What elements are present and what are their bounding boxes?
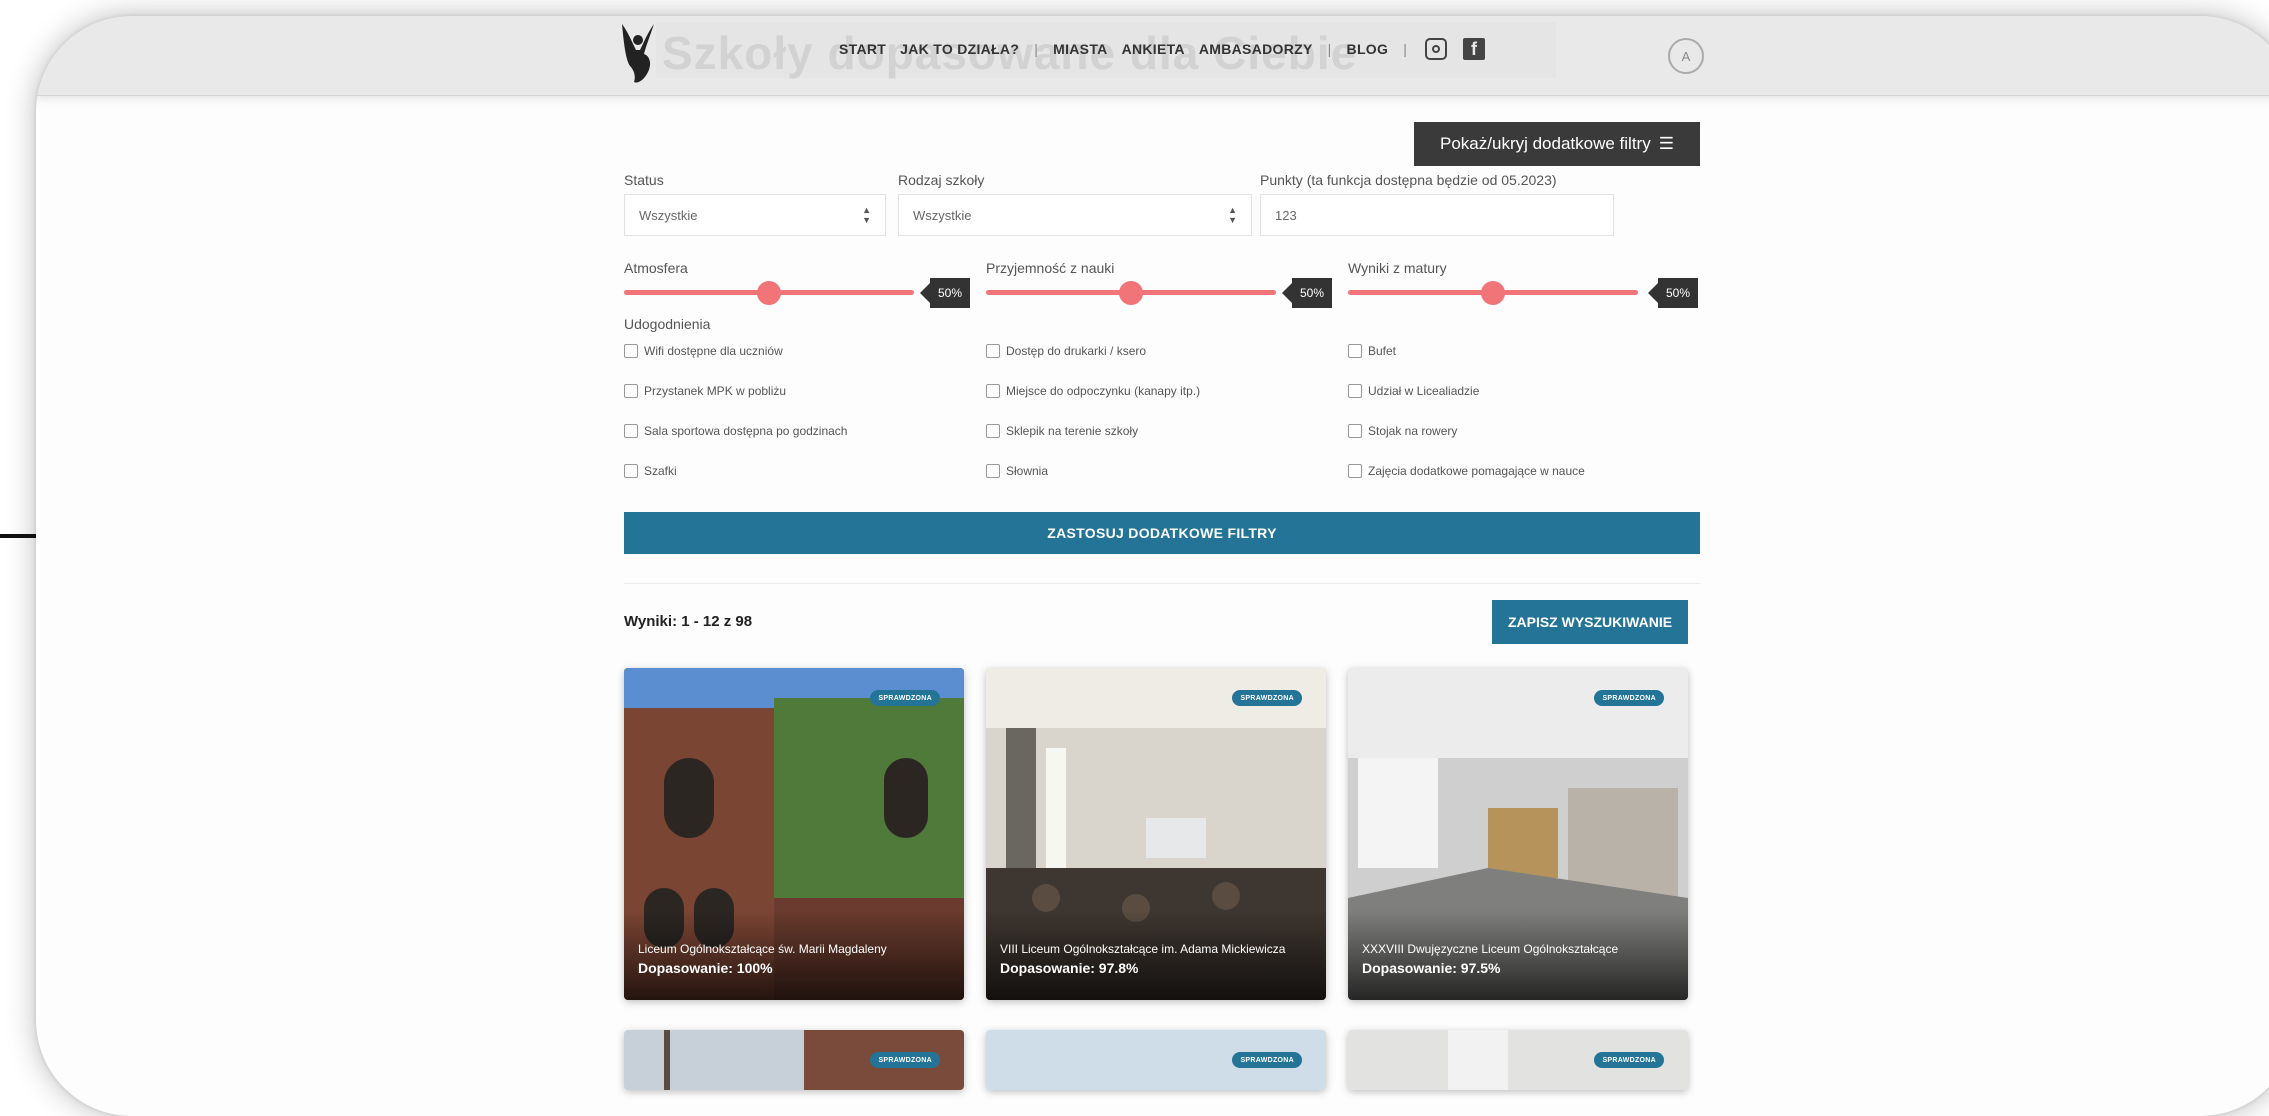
- nav-separator: |: [1034, 41, 1039, 57]
- amenities-label: Udogodnienia: [624, 316, 711, 332]
- nav-cities[interactable]: MIASTA: [1053, 41, 1107, 57]
- points-value: 123: [1275, 207, 1297, 223]
- school-name: VIII Liceum Ogólnokształcące im. Adama M…: [1000, 942, 1286, 956]
- select-arrows-icon: ▲ ▼: [862, 205, 871, 225]
- amenity-label: Szafki: [644, 464, 677, 478]
- school-card[interactable]: SPRAWDZONA XXXVIII Dwujęzyczne Liceum Og…: [1348, 668, 1688, 1000]
- amenity-label: Bufet: [1368, 344, 1397, 358]
- save-search-button[interactable]: ZAPISZ WYSZUKIWANIE: [1492, 600, 1688, 644]
- amenity-checkbox[interactable]: Dostęp do drukarki / ksero: [986, 344, 1146, 358]
- slider-thumb[interactable]: [1481, 281, 1505, 305]
- amenity-label: Sklepik na terenie szkoły: [1006, 424, 1139, 438]
- school-card[interactable]: SPRAWDZONA: [624, 1030, 964, 1090]
- amenity-checkbox[interactable]: Zajęcia dodatkowe pomagające w nauce: [1348, 464, 1585, 478]
- slider-learning[interactable]: 50%: [986, 272, 1336, 312]
- amenity-label: Udział w Licealiadzie: [1368, 384, 1480, 398]
- checkbox-box[interactable]: [624, 344, 638, 358]
- school-card[interactable]: SPRAWDZONA: [986, 1030, 1326, 1090]
- amenity-checkbox[interactable]: Wifi dostępne dla uczniów: [624, 344, 783, 358]
- amenity-checkbox[interactable]: Sala sportowa dostępna po godzinach: [624, 424, 847, 438]
- checkbox-box[interactable]: [986, 344, 1000, 358]
- checkbox-box[interactable]: [1348, 344, 1362, 358]
- nav-ambassadors[interactable]: AMBASADORZY: [1199, 41, 1313, 57]
- main-nav: START JAK TO DZIAŁA? | MIASTA ANKIETA AM…: [832, 38, 1491, 60]
- site-header: Szkoły dopasowane dla Ciebie START JAK T…: [36, 16, 2269, 96]
- amenity-label: Przystanek MPK w pobliżu: [644, 384, 787, 398]
- status-value: Wszystkie: [639, 207, 698, 223]
- slider-atmosphere[interactable]: 50%: [624, 272, 974, 312]
- verified-badge: SPRAWDZONA: [1594, 690, 1664, 706]
- school-card[interactable]: SPRAWDZONA: [1348, 1030, 1688, 1090]
- browser-frame: Szkoły dopasowane dla Ciebie START JAK T…: [36, 16, 2269, 1116]
- status-label: Status: [624, 172, 664, 188]
- checkbox-box[interactable]: [986, 424, 1000, 438]
- sliders-icon: ☰: [1658, 134, 1674, 153]
- nav-blog[interactable]: BLOG: [1347, 41, 1389, 57]
- verified-badge: SPRAWDZONA: [1232, 690, 1302, 706]
- amenity-checkbox[interactable]: Szafki: [624, 464, 677, 478]
- section-divider: [624, 583, 1700, 584]
- amenity-checkbox[interactable]: Słownia: [986, 464, 1048, 478]
- account-icon[interactable]: A: [1668, 38, 1704, 74]
- school-type-value: Wszystkie: [913, 207, 972, 223]
- nav-separator: |: [1327, 41, 1332, 57]
- amenity-checkbox[interactable]: Bufet: [1348, 344, 1396, 358]
- slider-thumb[interactable]: [1119, 281, 1143, 305]
- nav-survey[interactable]: ANKIETA: [1122, 41, 1185, 57]
- instagram-icon[interactable]: [1425, 38, 1448, 60]
- checkbox-box[interactable]: [986, 384, 1000, 398]
- logo-icon[interactable]: [618, 20, 658, 86]
- amenity-label: Zajęcia dodatkowe pomagające w nauce: [1368, 464, 1585, 478]
- select-arrows-icon: ▲ ▼: [1228, 205, 1237, 225]
- checkbox-box[interactable]: [624, 384, 638, 398]
- amenity-checkbox[interactable]: Udział w Licealiadzie: [1348, 384, 1479, 398]
- results-count: Wyniki: 1 - 12 z 98: [624, 613, 753, 630]
- checkbox-box[interactable]: [986, 464, 1000, 478]
- checkbox-box[interactable]: [624, 464, 638, 478]
- amenity-label: Stojak na rowery: [1368, 424, 1458, 438]
- slider-value: 50%: [920, 278, 970, 308]
- match-score: Dopasowanie: 97.8%: [1000, 960, 1139, 976]
- amenity-checkbox[interactable]: Przystanek MPK w pobliżu: [624, 384, 786, 398]
- school-name: Liceum Ogólnokształcące św. Marii Magdal…: [638, 942, 887, 956]
- match-score: Dopasowanie: 97.5%: [1362, 960, 1501, 976]
- amenity-checkbox[interactable]: Miejsce do odpoczynku (kanapy itp.): [986, 384, 1200, 398]
- toggle-filters-label: Pokaż/ukryj dodatkowe filtry: [1440, 134, 1651, 153]
- slider-value: 50%: [1648, 278, 1698, 308]
- facebook-icon[interactable]: f: [1463, 38, 1486, 60]
- status-select[interactable]: Wszystkie ▲ ▼: [624, 194, 886, 236]
- amenity-checkbox[interactable]: Stojak na rowery: [1348, 424, 1457, 438]
- school-type-select[interactable]: Wszystkie ▲ ▼: [898, 194, 1252, 236]
- amenity-label: Słownia: [1006, 464, 1049, 478]
- amenity-checkbox[interactable]: Sklepik na terenie szkoły: [986, 424, 1138, 438]
- verified-badge: SPRAWDZONA: [870, 690, 940, 706]
- apply-filters-button[interactable]: ZASTOSUJ DODATKOWE FILTRY: [624, 512, 1700, 554]
- slider-matura[interactable]: 50%: [1348, 272, 1700, 312]
- slider-value: 50%: [1282, 278, 1332, 308]
- checkbox-box[interactable]: [1348, 384, 1362, 398]
- match-score: Dopasowanie: 100%: [638, 960, 773, 976]
- checkbox-box[interactable]: [1348, 424, 1362, 438]
- amenity-label: Dostęp do drukarki / ksero: [1006, 344, 1147, 358]
- points-label: Punkty (ta funkcja dostępna będzie od 05…: [1260, 172, 1557, 188]
- nav-start[interactable]: START: [839, 41, 886, 57]
- school-type-label: Rodzaj szkoły: [898, 172, 985, 188]
- school-card[interactable]: SPRAWDZONA VIII Liceum Ogólnokształcące …: [986, 668, 1326, 1000]
- amenity-label: Miejsce do odpoczynku (kanapy itp.): [1006, 384, 1201, 398]
- checkbox-box[interactable]: [1348, 464, 1362, 478]
- amenity-label: Sala sportowa dostępna po godzinach: [644, 424, 848, 438]
- points-input[interactable]: 123: [1260, 194, 1614, 236]
- toggle-filters-button[interactable]: Pokaż/ukryj dodatkowe filtry ☰: [1414, 122, 1700, 166]
- nav-separator: |: [1403, 41, 1408, 57]
- school-card[interactable]: SPRAWDZONA Liceum Ogólnokształcące św. M…: [624, 668, 964, 1000]
- school-name: XXXVIII Dwujęzyczne Liceum Ogólnokształc…: [1362, 942, 1619, 956]
- checkbox-box[interactable]: [624, 424, 638, 438]
- amenity-label: Wifi dostępne dla uczniów: [644, 344, 783, 358]
- nav-how-it-works[interactable]: JAK TO DZIAŁA?: [900, 41, 1019, 57]
- slider-thumb[interactable]: [757, 281, 781, 305]
